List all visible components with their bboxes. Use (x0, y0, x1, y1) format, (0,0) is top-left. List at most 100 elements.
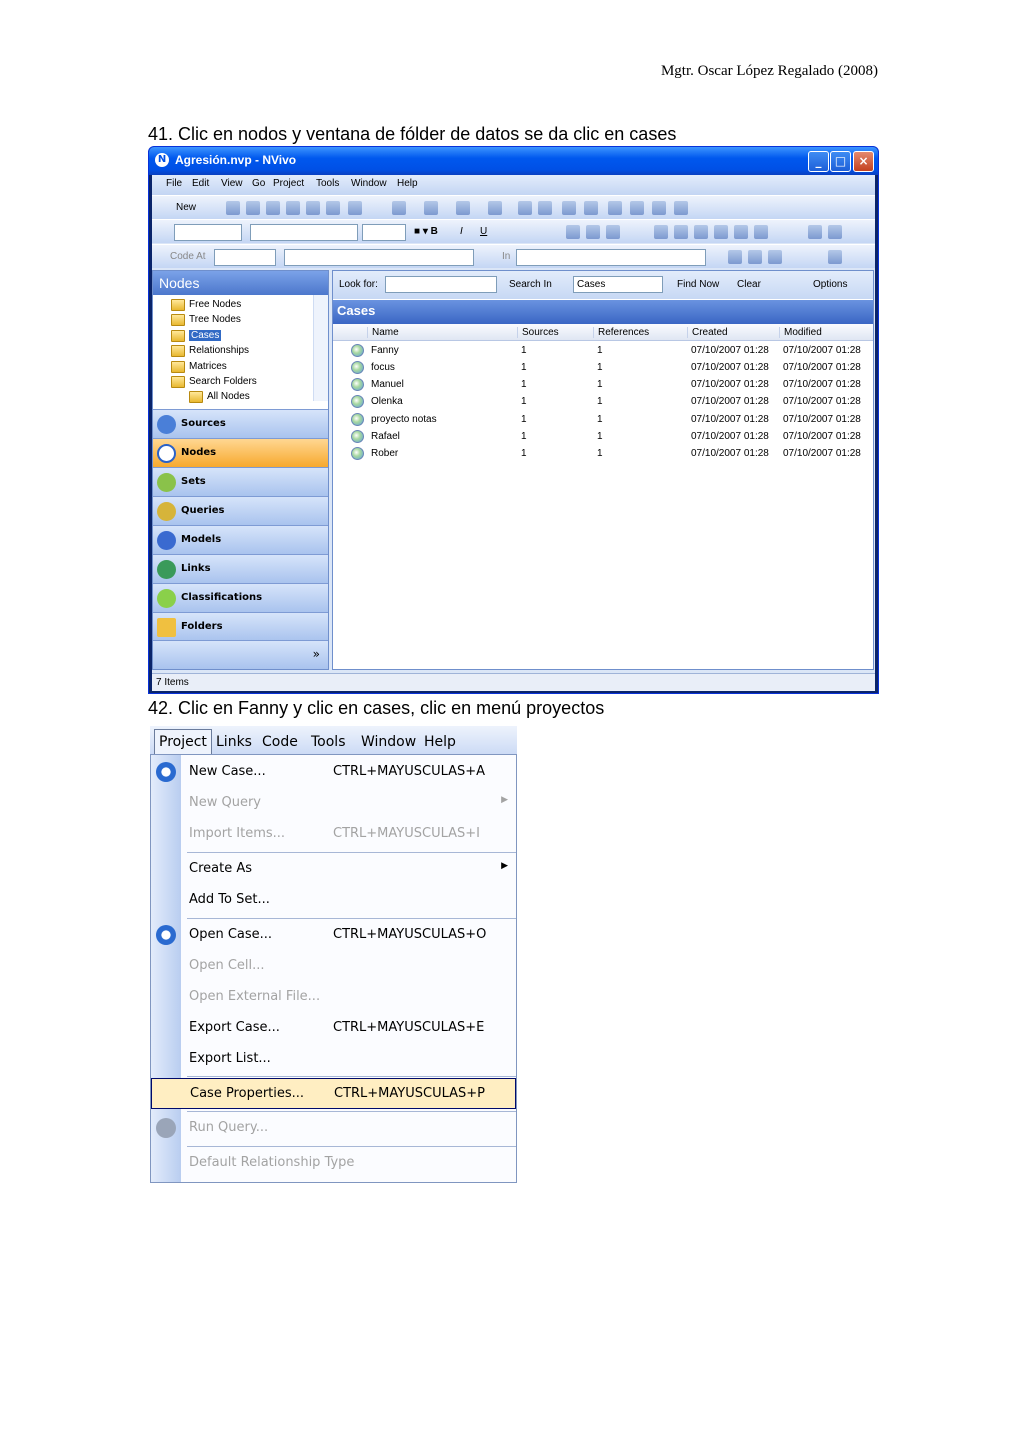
table-row[interactable]: proyecto notas 1 1 07/10/2007 01:28 07/10/20… (333, 411, 873, 428)
menu-view[interactable]: View (221, 178, 243, 189)
menu-item-export-case[interactable]: Export Case... CTRL+MAYUSCULAS+E (151, 1013, 516, 1044)
table-row[interactable]: Olenka 1 1 07/10/2007 01:28 07/10/2007 01:28 (333, 393, 873, 410)
italic-button[interactable]: I (460, 226, 463, 237)
sort-icon[interactable] (630, 201, 644, 215)
table-row[interactable]: focus 1 1 07/10/2007 01:28 07/10/2007 01:28 (333, 359, 873, 376)
menu-item-case-properties[interactable]: Case Properties... CTRL+MAYUSCULAS+P (151, 1078, 516, 1109)
copy-icon[interactable] (306, 201, 320, 215)
print-icon[interactable] (246, 201, 260, 215)
nav-nodes[interactable]: Nodes (153, 438, 328, 467)
tree-item-tree-nodes[interactable]: Tree Nodes (171, 314, 241, 326)
highlight-icon[interactable] (768, 250, 782, 264)
col-name[interactable]: Name (367, 327, 399, 338)
table-icon-4[interactable] (714, 225, 728, 239)
tree-item-matrices[interactable]: Matrices (171, 361, 227, 373)
col-sources[interactable]: Sources (517, 327, 559, 338)
line-icon[interactable] (456, 201, 470, 215)
table-row[interactable]: Fanny 1 1 07/10/2007 01:28 07/10/2007 01:28 (333, 342, 873, 359)
options-button[interactable]: Options (813, 279, 847, 290)
menu-help-2[interactable]: Help (424, 734, 456, 750)
menu-item-new-query[interactable]: New Query ▶ (151, 788, 516, 819)
look-for-input[interactable] (385, 276, 497, 293)
menu-links[interactable]: Links (216, 734, 252, 750)
link-icon[interactable] (518, 201, 532, 215)
paste-icon[interactable] (326, 201, 340, 215)
tree-item-relationships[interactable]: Relationships (171, 345, 249, 357)
table-icon-6[interactable] (754, 225, 768, 239)
table-row[interactable]: Rafael 1 1 07/10/2007 01:28 07/10/2007 01:28 (333, 428, 873, 445)
minimize-button[interactable]: _ (808, 151, 829, 172)
nav-sources[interactable]: Sources (153, 409, 328, 438)
align-center-icon[interactable] (586, 225, 600, 239)
col-references[interactable]: References (593, 327, 649, 338)
menu-project[interactable]: Project (273, 178, 304, 189)
tree-item-search-folders[interactable]: Search Folders (171, 376, 257, 388)
coding-stripes-icon[interactable] (828, 250, 842, 264)
title-bar[interactable]: N Agresión.nvp - NVivo _ □ × (149, 147, 878, 175)
find-icon[interactable] (608, 201, 622, 215)
globe-icon[interactable] (538, 201, 552, 215)
nav-classifications[interactable]: Classifications (153, 583, 328, 612)
menu-tools[interactable]: Tools (316, 178, 339, 189)
maximize-button[interactable]: □ (830, 151, 851, 172)
menu-item-export-list[interactable]: Export List... (151, 1044, 516, 1075)
uncode-icon[interactable] (748, 250, 762, 264)
table-icon-5[interactable] (734, 225, 748, 239)
table-icon-2[interactable] (674, 225, 688, 239)
search-scope-field[interactable]: Cases (573, 276, 663, 293)
menu-item-open-external-file[interactable]: Open External File... (151, 982, 516, 1013)
cut-icon[interactable] (286, 201, 300, 215)
close-button[interactable]: × (853, 151, 874, 172)
new-button[interactable]: New (176, 202, 196, 213)
save-icon[interactable] (226, 201, 240, 215)
edit-icon[interactable] (266, 201, 280, 215)
menu-item-import-items[interactable]: Import Items... CTRL+MAYUSCULAS+I (151, 819, 516, 850)
list-icon[interactable] (392, 201, 406, 215)
stamp-icon[interactable] (674, 201, 688, 215)
menu-item-open-case[interactable]: Open Case... CTRL+MAYUSCULAS+O (151, 920, 516, 951)
col-created[interactable]: Created (687, 327, 728, 338)
tree-item-all-nodes[interactable]: All Nodes (189, 391, 250, 403)
code-at-select[interactable] (214, 249, 276, 266)
find-now-button[interactable]: Find Now (677, 279, 719, 290)
table-icon-3[interactable] (694, 225, 708, 239)
code-at-node-box[interactable] (284, 249, 474, 266)
table-icon[interactable] (654, 225, 668, 239)
detail-icon[interactable] (584, 201, 598, 215)
menu-project-open[interactable]: Project (154, 729, 212, 754)
list-icon-2[interactable] (424, 201, 438, 215)
nav-queries[interactable]: Queries (153, 496, 328, 525)
menu-file[interactable]: File (166, 178, 182, 189)
tree-item-cases[interactable]: Cases (171, 330, 222, 342)
menu-item-run-query[interactable]: Run Query... (151, 1113, 516, 1144)
menu-edit[interactable]: Edit (192, 178, 209, 189)
menu-item-create-as[interactable]: Create As ▶ (151, 854, 516, 885)
menu-tools-2[interactable]: Tools (311, 734, 346, 750)
align-left-icon[interactable] (566, 225, 580, 239)
clear-button[interactable]: Clear (737, 279, 761, 290)
menu-item-open-cell[interactable]: Open Cell... (151, 951, 516, 982)
menu-code[interactable]: Code (262, 734, 298, 750)
menu-window[interactable]: Window (351, 178, 387, 189)
align-right-icon[interactable] (606, 225, 620, 239)
style-select[interactable] (174, 224, 242, 241)
tree-scrollbar[interactable] (313, 295, 328, 401)
nav-folders[interactable]: Folders (153, 612, 328, 641)
nav-models[interactable]: Models (153, 525, 328, 554)
table-row[interactable]: Rober 1 1 07/10/2007 01:28 07/10/2007 01:28 (333, 445, 873, 462)
code-icon[interactable] (728, 250, 742, 264)
nav-sets[interactable]: Sets (153, 467, 328, 496)
menu-item-default-relationship-type[interactable]: Default Relationship Type (151, 1148, 516, 1179)
col-modified[interactable]: Modified (779, 327, 822, 338)
nav-links[interactable]: Links (153, 554, 328, 583)
menu-window-2[interactable]: Window (361, 734, 416, 750)
menu-item-new-case[interactable]: New Case... CTRL+MAYUSCULAS+A (151, 757, 516, 788)
chart-icon[interactable] (488, 201, 502, 215)
menu-go[interactable]: Go (252, 178, 265, 189)
bold-button[interactable]: ■ ▾ B (414, 226, 438, 237)
redo-icon[interactable] (808, 225, 822, 239)
menu-help[interactable]: Help (397, 178, 418, 189)
refresh-icon[interactable] (828, 225, 842, 239)
filter-icon[interactable] (652, 201, 666, 215)
table-row[interactable]: Manuel 1 1 07/10/2007 01:28 07/10/2007 01:28 (333, 376, 873, 393)
